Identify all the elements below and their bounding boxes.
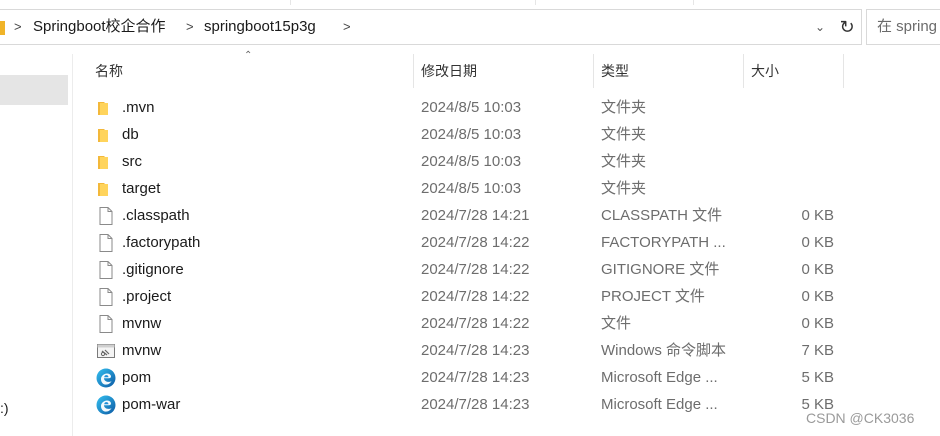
- file-type: Microsoft Edge ...: [601, 396, 718, 413]
- file-size: 0 KB: [801, 234, 834, 251]
- file-modified-date: 2024/8/5 10:03: [421, 153, 522, 170]
- file-name: pom-war: [122, 396, 181, 413]
- file-row[interactable]: pom-war 2024/7/28 14:23 Microsoft Edge ...…: [0, 391, 940, 418]
- file-name: target: [122, 180, 161, 197]
- file-name: mvnw: [122, 342, 162, 359]
- column-header-type[interactable]: 类型: [601, 54, 743, 88]
- file-size: 7 KB: [801, 342, 834, 359]
- file-size: 0 KB: [801, 288, 834, 305]
- file-type: FACTORYPATH ...: [601, 234, 726, 251]
- file-size: 0 KB: [801, 207, 834, 224]
- file-row[interactable]: .mvn 2024/8/5 10:03 文件夹: [0, 94, 940, 121]
- file-name: src: [122, 153, 142, 170]
- file-icon: [96, 288, 116, 306]
- folder-icon: [96, 153, 116, 171]
- column-divider[interactable]: [413, 54, 414, 88]
- file-row[interactable]: .classpath 2024/7/28 14:21 CLASSPATH 文件 0 K…: [0, 202, 940, 229]
- file-type: 文件夹: [601, 180, 647, 197]
- column-divider[interactable]: [743, 54, 744, 88]
- file-type: CLASSPATH 文件: [601, 207, 723, 224]
- file-modified-date: 2024/7/28 14:22: [421, 261, 530, 278]
- file-type: 文件夹: [601, 126, 647, 143]
- file-icon: [96, 261, 116, 279]
- watermark: CSDN @CK3036: [806, 410, 915, 426]
- file-icon: [96, 234, 116, 252]
- edge-icon: [96, 368, 116, 388]
- file-icon: [96, 315, 116, 333]
- column-divider[interactable]: [593, 54, 594, 88]
- breadcrumb-separator-icon[interactable]: >: [14, 10, 22, 44]
- column-header-name[interactable]: 名称: [95, 54, 413, 88]
- address-bar[interactable]: > Springboot校企合作 > springboot15p3g > ⌄ ↻: [0, 9, 862, 45]
- folder-icon: [96, 99, 116, 117]
- search-input[interactable]: 在 spring: [866, 9, 940, 45]
- breadcrumb-item-current[interactable]: springboot15p3g: [204, 10, 316, 44]
- file-row[interactable]: src 2024/8/5 10:03 文件夹: [0, 148, 940, 175]
- file-size: 0 KB: [801, 261, 834, 278]
- file-type: 文件夹: [601, 99, 647, 116]
- top-strip: [0, 0, 940, 8]
- file-type: PROJECT 文件: [601, 288, 705, 305]
- file-row[interactable]: .factorypath 2024/7/28 14:22 FACTORYPATH .…: [0, 229, 940, 256]
- chevron-down-icon[interactable]: ⌄: [815, 10, 825, 44]
- file-modified-date: 2024/7/28 14:22: [421, 315, 530, 332]
- folder-icon: [96, 180, 116, 198]
- file-row[interactable]: .gitignore 2024/7/28 14:22 GITIGNORE 文件 0 K…: [0, 256, 940, 283]
- file-modified-date: 2024/7/28 14:23: [421, 396, 530, 413]
- column-header-size[interactable]: 大小: [751, 54, 843, 88]
- file-name: mvnw: [122, 315, 162, 332]
- breadcrumb-separator-icon[interactable]: >: [343, 10, 351, 44]
- folder-icon: [0, 21, 5, 35]
- breadcrumb-item-parent[interactable]: Springboot校企合作: [33, 10, 166, 44]
- file-modified-date: 2024/8/5 10:03: [421, 126, 522, 143]
- breadcrumb-separator-icon[interactable]: >: [186, 10, 194, 44]
- file-row[interactable]: mvnw 2024/7/28 14:23 Windows 命令脚本 7 KB: [0, 337, 940, 364]
- script-icon: [96, 342, 116, 360]
- file-name: .gitignore: [122, 261, 184, 278]
- file-type: Windows 命令脚本: [601, 342, 727, 359]
- file-icon: [96, 207, 116, 225]
- file-name: .factorypath: [122, 234, 201, 251]
- file-row[interactable]: .project 2024/7/28 14:22 PROJECT 文件 0 KB: [0, 283, 940, 310]
- file-modified-date: 2024/8/5 10:03: [421, 180, 522, 197]
- file-name: .classpath: [122, 207, 190, 224]
- file-name: .project: [122, 288, 172, 305]
- file-modified-date: 2024/7/28 14:23: [421, 342, 530, 359]
- file-name: db: [122, 126, 139, 143]
- refresh-icon[interactable]: ↻: [836, 15, 858, 39]
- file-modified-date: 2024/7/28 14:21: [421, 207, 530, 224]
- folder-icon: [96, 126, 116, 144]
- file-row[interactable]: pom 2024/7/28 14:23 Microsoft Edge ... 5 KB: [0, 364, 940, 391]
- file-modified-date: 2024/8/5 10:03: [421, 99, 522, 116]
- column-header-modified[interactable]: 修改日期: [421, 54, 593, 88]
- file-type: Microsoft Edge ...: [601, 369, 718, 386]
- file-size: 5 KB: [801, 369, 834, 386]
- file-type: GITIGNORE 文件: [601, 261, 720, 278]
- file-row[interactable]: mvnw 2024/7/28 14:22 文件 0 KB: [0, 310, 940, 337]
- file-modified-date: 2024/7/28 14:23: [421, 369, 530, 386]
- file-type: 文件: [601, 315, 632, 332]
- edge-icon: [96, 395, 116, 415]
- file-row[interactable]: db 2024/8/5 10:03 文件夹: [0, 121, 940, 148]
- file-size: 0 KB: [801, 315, 834, 332]
- file-name: .mvn: [122, 99, 155, 116]
- file-type: 文件夹: [601, 153, 647, 170]
- file-row[interactable]: target 2024/8/5 10:03 文件夹: [0, 175, 940, 202]
- file-modified-date: 2024/7/28 14:22: [421, 234, 530, 251]
- column-divider[interactable]: [843, 54, 844, 88]
- file-name: pom: [122, 369, 152, 386]
- file-modified-date: 2024/7/28 14:22: [421, 288, 530, 305]
